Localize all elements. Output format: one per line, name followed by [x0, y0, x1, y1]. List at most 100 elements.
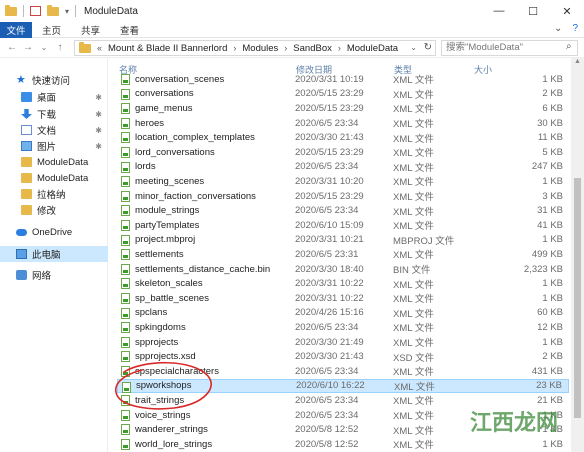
pin-icon[interactable]: ✱ — [95, 93, 102, 102]
search-icon[interactable]: ⌕ — [566, 41, 572, 52]
file-row[interactable]: heroes 2020/6/5 23:34 XML 文件 30 KB — [117, 116, 569, 131]
file-date: 2020/4/26 15:16 — [295, 307, 364, 319]
tab-file[interactable]: 文件 — [0, 21, 32, 38]
file-row[interactable]: spprojects 2020/3/30 21:49 XML 文件 1 KB — [117, 335, 569, 350]
file-type: BIN 文件 — [393, 265, 431, 277]
file-row[interactable]: partyTemplates 2020/6/10 15:09 XML 文件 41 KB — [117, 218, 569, 233]
file-row[interactable]: skeleton_scales 2020/3/31 10:22 XML 文件 1 KB — [117, 276, 569, 291]
sidebar-item-this-pc[interactable]: 此电脑 — [0, 246, 108, 262]
file-row[interactable]: world_lore_strings 2020/5/8 12:52 XML 文件 1 … — [117, 437, 569, 452]
maximize-button[interactable]: ☐ — [516, 0, 550, 22]
new-folder-icon[interactable] — [47, 4, 59, 16]
breadcrumb-sandbox[interactable]: SandBox — [293, 43, 332, 54]
chevron-down-icon[interactable]: ⌄ — [410, 43, 417, 52]
breadcrumb-game[interactable]: Mount & Blade II Bannerlord — [108, 43, 227, 54]
file-row[interactable]: wanderer_strings 2020/5/8 12:52 XML 文件 1 KB — [117, 422, 569, 437]
address-bar[interactable]: « Mount & Blade II Bannerlord › Modules … — [74, 40, 436, 56]
file-row[interactable]: settlements_distance_cache.bin 2020/3/30 … — [117, 262, 569, 277]
sidebar-item-modify[interactable]: 修改 — [0, 202, 108, 218]
pin-icon[interactable]: ✱ — [95, 142, 102, 151]
file-type: XML 文件 — [393, 323, 434, 335]
file-row[interactable]: conversations 2020/5/15 23:29 XML 文件 2 KB — [117, 87, 569, 102]
sidebar-item-network[interactable]: 网络 — [0, 267, 108, 283]
file-name: spprojects — [135, 336, 179, 348]
navigation-pane: ★ 快速访问 桌面 ✱ 下载 ✱ 文档 ✱ 图片 ✱ ModuleData Mo… — [0, 58, 108, 452]
file-row[interactable]: project.mbproj 2020/3/31 10:21 MBPROJ 文件 1 … — [117, 233, 569, 248]
search-input[interactable]: 搜索"ModuleData" — [441, 40, 578, 56]
sidebar-item-quick-access[interactable]: ★ 快速访问 — [0, 72, 108, 88]
file-name: voice_strings — [135, 409, 191, 421]
sidebar-item-onedrive[interactable]: OneDrive — [0, 224, 108, 240]
file-name: partyTemplates — [135, 219, 200, 231]
file-row[interactable]: minor_faction_conversations 2020/5/15 23:… — [117, 189, 569, 204]
divider — [23, 5, 24, 17]
forward-arrow-icon[interactable]: → — [20, 42, 36, 53]
file-row[interactable]: sp_battle_scenes 2020/3/31 10:22 XML 文件 1 K… — [117, 291, 569, 306]
file-size: 2 KB — [542, 351, 563, 363]
sidebar-item-label: 图片 — [37, 142, 57, 153]
pin-icon[interactable]: ✱ — [95, 126, 102, 135]
close-button[interactable]: ✕ — [550, 0, 584, 22]
file-row[interactable]: location_complex_templates 2020/3/30 21:4… — [117, 130, 569, 145]
file-row[interactable]: spclans 2020/4/26 15:16 XML 文件 60 KB — [117, 306, 569, 321]
file-type: XML 文件 — [393, 308, 434, 320]
chevron-down-icon[interactable]: ▾ — [65, 7, 69, 16]
folder-icon — [21, 157, 32, 167]
file-size: 1 KB — [542, 73, 563, 85]
file-row[interactable]: lords 2020/6/5 23:34 XML 文件 247 KB — [117, 160, 569, 175]
help-icon[interactable]: ? — [572, 23, 578, 34]
computer-icon — [16, 249, 27, 259]
sidebar-item-documents[interactable]: 文档 ✱ — [0, 122, 108, 138]
properties-icon[interactable] — [30, 6, 41, 16]
xml-file-icon — [121, 263, 130, 275]
minimize-button[interactable]: — — [482, 0, 516, 22]
breadcrumb-moduledata[interactable]: ModuleData — [347, 43, 398, 54]
sidebar-item-label: ModuleData — [37, 172, 89, 184]
file-row[interactable]: voice_strings 2020/6/5 23:34 XML 文件 1 KB — [117, 408, 569, 423]
up-arrow-icon[interactable]: ↑ — [52, 42, 68, 53]
xml-file-icon — [121, 88, 130, 100]
file-row[interactable]: spspecialcharacters 2020/6/5 23:34 XML 文件 4… — [117, 364, 569, 379]
xml-file-icon — [121, 322, 130, 334]
sidebar-item-label: 下载 — [37, 110, 57, 121]
chevron-down-icon[interactable]: ⌄ — [554, 23, 562, 34]
tab-share[interactable]: 共享 — [71, 22, 110, 38]
file-row[interactable]: lord_conversations 2020/5/15 23:29 XML 文件 5… — [117, 145, 569, 160]
file-row[interactable]: spprojects.xsd 2020/3/30 21:43 XSD 文件 2 KB — [117, 349, 569, 364]
chevron-down-icon[interactable]: ⌄ — [36, 43, 52, 52]
file-row[interactable]: trait_strings 2020/6/5 23:34 XML 文件 21 KB — [117, 393, 569, 408]
breadcrumb-modules[interactable]: Modules — [242, 43, 278, 54]
sidebar-item-label: 文档 — [37, 126, 57, 137]
file-row[interactable]: module_strings 2020/6/5 23:34 XML 文件 31 KB — [117, 203, 569, 218]
file-row[interactable]: spkingdoms 2020/6/5 23:34 XML 文件 12 KB — [117, 320, 569, 335]
file-row[interactable]: conversation_scenes 2020/3/31 10:19 XML 文件… — [117, 72, 569, 87]
file-size: 3 KB — [542, 190, 563, 202]
tab-home[interactable]: 主页 — [32, 22, 71, 38]
file-name: minor_faction_conversations — [135, 190, 256, 202]
refresh-icon[interactable]: ↻ — [424, 42, 432, 53]
sidebar-item-pictures[interactable]: 图片 ✱ — [0, 138, 108, 154]
pin-icon[interactable]: ✱ — [95, 110, 102, 119]
file-row[interactable]: spworkshops 2020/6/10 16:22 XML 文件 23 KB — [117, 378, 569, 394]
file-name: settlements_distance_cache.bin — [135, 263, 271, 275]
sidebar-item-downloads[interactable]: 下载 ✱ — [0, 106, 108, 122]
folder-icon — [21, 205, 32, 215]
xml-file-icon — [121, 103, 130, 115]
xml-file-icon — [121, 249, 130, 261]
file-date: 2020/6/10 15:09 — [295, 219, 364, 231]
scroll-up-arrow-icon[interactable]: ▲ — [571, 58, 584, 70]
file-date: 2020/5/15 23:29 — [295, 102, 364, 114]
scrollbar-thumb[interactable] — [574, 178, 581, 418]
back-arrow-icon[interactable]: ← — [4, 42, 20, 53]
sidebar-item-moduledata-2[interactable]: ModuleData — [0, 170, 108, 186]
file-row[interactable]: game_menus 2020/5/15 23:29 XML 文件 6 KB — [117, 101, 569, 116]
sidebar-item-lagena[interactable]: 拉格纳 — [0, 186, 108, 202]
sidebar-item-desktop[interactable]: 桌面 ✱ — [0, 89, 108, 105]
window-title: ModuleData — [84, 5, 138, 17]
file-row[interactable]: meeting_scenes 2020/3/31 10:20 XML 文件 1 KB — [117, 174, 569, 189]
file-date: 2020/6/5 23:34 — [295, 117, 359, 129]
file-row[interactable]: settlements 2020/6/5 23:31 XML 文件 499 KB — [117, 247, 569, 262]
tab-view[interactable]: 查看 — [110, 22, 149, 38]
sidebar-item-moduledata-1[interactable]: ModuleData — [0, 154, 108, 170]
vertical-scrollbar[interactable]: ▲ — [571, 58, 584, 452]
